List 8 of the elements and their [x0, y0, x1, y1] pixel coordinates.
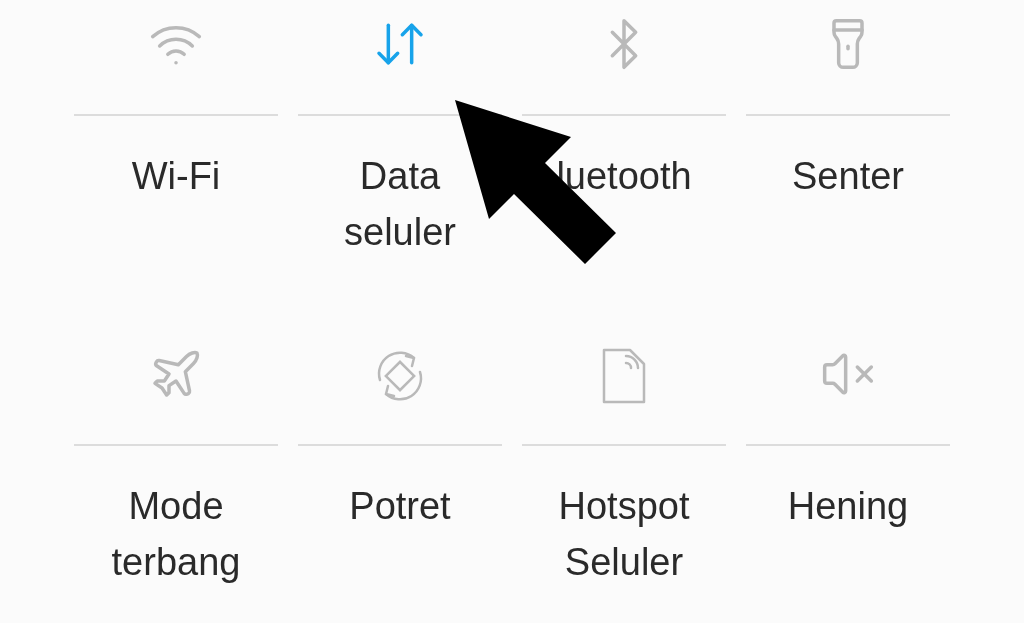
toggle-label: Data seluler	[343, 154, 457, 255]
toggle-label: luetooth	[556, 154, 692, 199]
toggle-label: Wi-Fi	[131, 154, 221, 199]
toggle-label: Potret	[349, 484, 451, 529]
toggle-label: Senter	[792, 154, 904, 199]
toggle-label: Mode terbang	[110, 484, 242, 585]
toggle-label: Hotspot Seluler	[557, 484, 691, 585]
toggle-label: Hening	[787, 484, 909, 529]
